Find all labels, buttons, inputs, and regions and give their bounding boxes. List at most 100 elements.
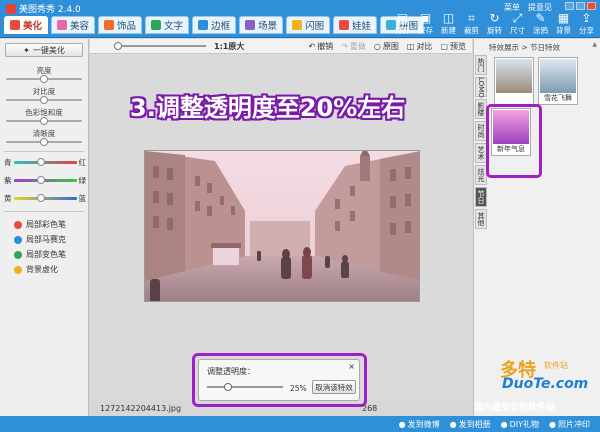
tab-7[interactable]: 娃娃 bbox=[333, 16, 378, 34]
tab-4[interactable]: 边框 bbox=[192, 16, 237, 34]
status-label: DIY礼物 bbox=[509, 419, 540, 429]
app-title: 美图秀秀 2.4.0 bbox=[6, 2, 81, 15]
slider-track[interactable] bbox=[6, 117, 82, 125]
effect-category-tab-1[interactable]: LOMO bbox=[475, 77, 487, 97]
file-size: 268 bbox=[362, 404, 378, 413]
effect-category-tab-0[interactable]: 热门 bbox=[475, 55, 487, 75]
status-label: 照片冲印 bbox=[558, 419, 590, 429]
brush-tool-0[interactable]: 局部彩色笔 bbox=[14, 219, 66, 230]
slider-label: 亮度 bbox=[36, 66, 52, 75]
tab-label: 场景 bbox=[258, 21, 278, 32]
tab-5[interactable]: 场景 bbox=[239, 16, 284, 34]
zoom-slider[interactable] bbox=[114, 42, 206, 50]
divider bbox=[4, 151, 84, 152]
close-icon[interactable]: × bbox=[348, 362, 355, 371]
slider-knob[interactable] bbox=[40, 96, 48, 104]
color-knob[interactable] bbox=[37, 194, 46, 202]
slider-label: 对比度 bbox=[32, 87, 56, 96]
color-right-label: 红 bbox=[78, 158, 87, 167]
color-balance-slider-0[interactable]: 青红 bbox=[4, 158, 86, 167]
cancel-effect-button[interactable]: 取消该特效 bbox=[312, 380, 356, 394]
status-album-link[interactable]: ● 发到相册 bbox=[450, 419, 491, 430]
color-left-label: 紫 bbox=[4, 176, 12, 185]
tab-0[interactable]: 美化 bbox=[4, 16, 49, 34]
status-label: 发到微博 bbox=[407, 419, 440, 429]
color-bar[interactable] bbox=[13, 194, 77, 202]
toolbar-rotate-button[interactable]: ↻ 旋转 bbox=[485, 11, 504, 36]
color-balance-slider-1[interactable]: 紫绿 bbox=[4, 176, 86, 185]
tab-icon bbox=[57, 20, 68, 30]
toolbar-save-button[interactable]: ▣ 保存 bbox=[416, 11, 435, 36]
color-right-label: 绿 bbox=[78, 176, 87, 185]
tab-6[interactable]: 闪图 bbox=[286, 16, 331, 34]
redo-button[interactable]: ↷ 重做 bbox=[341, 41, 366, 52]
tab-icon bbox=[104, 20, 115, 30]
color-bar[interactable] bbox=[13, 176, 77, 184]
minimize-icon[interactable] bbox=[565, 2, 574, 10]
album-icon: ● bbox=[449, 419, 457, 429]
color-knob[interactable] bbox=[37, 176, 46, 184]
effects-breadcrumb: 特效展示 > 节日特效 bbox=[489, 43, 561, 52]
slider-knob[interactable] bbox=[40, 75, 48, 83]
step-instruction-label: 3.调整透明度至20%左右 bbox=[130, 94, 406, 122]
brush-icon bbox=[14, 220, 22, 229]
brush-icon: ✎ bbox=[535, 11, 546, 25]
effect-category-tab-7[interactable]: 其他 bbox=[475, 209, 487, 229]
color-balance-slider-2[interactable]: 黄蓝 bbox=[4, 194, 86, 203]
effect-category-tab-6[interactable]: 节日 bbox=[475, 187, 487, 207]
adjust-slider-0[interactable]: 亮度 bbox=[6, 65, 82, 83]
slider-knob[interactable] bbox=[40, 117, 48, 125]
zoom-value[interactable]: 1:1原大 bbox=[214, 41, 244, 52]
slider-track[interactable] bbox=[6, 96, 82, 104]
brush-tool-1[interactable]: 局部马赛克 bbox=[14, 234, 66, 245]
thumb-highlight bbox=[486, 104, 542, 178]
toolbar-folder-button[interactable]: ▤ 打开 bbox=[393, 11, 412, 36]
close-icon[interactable] bbox=[587, 2, 596, 10]
toolbar-label: 涂鸦 bbox=[533, 26, 548, 35]
toolbar-new-button[interactable]: ◫ 新建 bbox=[439, 11, 458, 36]
adjust-slider-3[interactable]: 清晰度 bbox=[6, 128, 82, 146]
toolbar-background-button[interactable]: ▦ 背景 bbox=[554, 11, 573, 36]
scroll-up-icon[interactable]: ▲ bbox=[592, 41, 597, 48]
watermark-slogan: 国内最安全的软件站 bbox=[474, 403, 556, 413]
brush-label: 局部马赛克 bbox=[26, 235, 66, 244]
brush-tool-3[interactable]: 背景虚化 bbox=[14, 264, 58, 275]
rotate-icon: ↻ bbox=[489, 11, 500, 25]
status-print-link[interactable]: ● 照片冲印 bbox=[549, 419, 590, 430]
toolbar-brush-button[interactable]: ✎ 涂鸦 bbox=[531, 11, 550, 36]
adjust-slider-1[interactable]: 对比度 bbox=[6, 86, 82, 104]
new-icon: ◫ bbox=[442, 11, 455, 25]
status-weibo-link[interactable]: ● 发到微博 bbox=[399, 419, 440, 430]
tab-1[interactable]: 美容 bbox=[51, 16, 96, 34]
tab-2[interactable]: 饰品 bbox=[98, 16, 143, 34]
transparency-slider[interactable] bbox=[207, 383, 283, 391]
tab-icon bbox=[10, 20, 20, 30]
slider-knob[interactable] bbox=[40, 138, 48, 146]
title-bar: 美图秀秀 2.4.0 美化 美容 饰品 文字 边框 场景 闪图 娃娃 拼图 菜单 提意见 ▤ 打开… bbox=[0, 0, 600, 38]
preview-button[interactable]: ▢ 预览 bbox=[440, 41, 466, 52]
onekey-beautify-button[interactable]: ✦ 一键美化 bbox=[5, 43, 83, 57]
slider-track[interactable] bbox=[6, 75, 82, 83]
adjust-slider-2[interactable]: 色彩饱和度 bbox=[6, 107, 82, 125]
color-bar[interactable] bbox=[13, 158, 77, 166]
edited-photo[interactable] bbox=[144, 150, 420, 302]
maximize-icon[interactable] bbox=[576, 2, 585, 10]
status-gift-link[interactable]: ● DIY礼物 bbox=[501, 419, 539, 430]
color-knob[interactable] bbox=[37, 158, 46, 166]
brush-tool-2[interactable]: 局部变色笔 bbox=[14, 249, 66, 260]
toolbar-label: 保存 bbox=[418, 26, 433, 35]
toolbar-share-button[interactable]: ⇪ 分享 bbox=[577, 11, 596, 36]
effect-preview-image bbox=[540, 59, 576, 93]
compare-button[interactable]: ◫ 对比 bbox=[407, 41, 433, 52]
effect-thumbnail-0[interactable] bbox=[494, 57, 534, 105]
toolbar-crop-button[interactable]: ⌗ 裁剪 bbox=[462, 11, 481, 36]
tab-3[interactable]: 文字 bbox=[145, 16, 190, 34]
undo-button[interactable]: ↶ 撤销 bbox=[308, 41, 333, 52]
toolbar-resize-button[interactable]: ⤢ 尺寸 bbox=[508, 11, 527, 36]
tab-icon bbox=[198, 20, 209, 30]
transparency-knob[interactable] bbox=[224, 383, 232, 391]
slider-track[interactable] bbox=[6, 138, 82, 146]
original-button[interactable]: ○ 原图 bbox=[374, 41, 399, 52]
effect-thumbnail-1[interactable]: 雪花飞舞 bbox=[538, 57, 578, 105]
zoom-knob[interactable] bbox=[114, 42, 122, 50]
